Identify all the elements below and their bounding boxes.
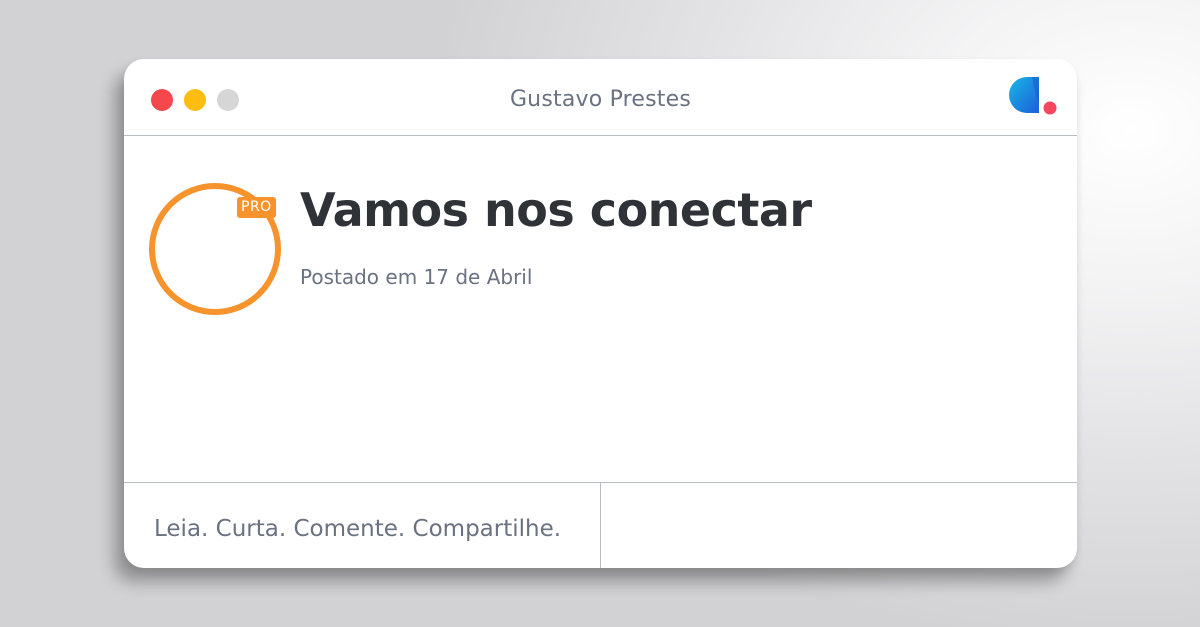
brand-logo-icon <box>1009 77 1057 115</box>
footer-tagline: Leia. Curta. Comente. Compartilhe. <box>154 516 562 542</box>
window-title: Gustavo Prestes <box>509 87 692 112</box>
post-date: Postado em 17 de Abril <box>300 265 533 289</box>
author-avatar[interactable]: PRO <box>149 183 281 315</box>
post-card-window: Gustavo Prestes PRO Vamos nos conectar P… <box>124 59 1077 568</box>
title-bar: Gustavo Prestes <box>124 59 1077 136</box>
footer-divider <box>600 483 601 568</box>
pro-badge: PRO <box>237 197 276 218</box>
post-title: Vamos nos conectar <box>300 183 812 237</box>
card-footer: Leia. Curta. Comente. Compartilhe. <box>124 482 1077 568</box>
